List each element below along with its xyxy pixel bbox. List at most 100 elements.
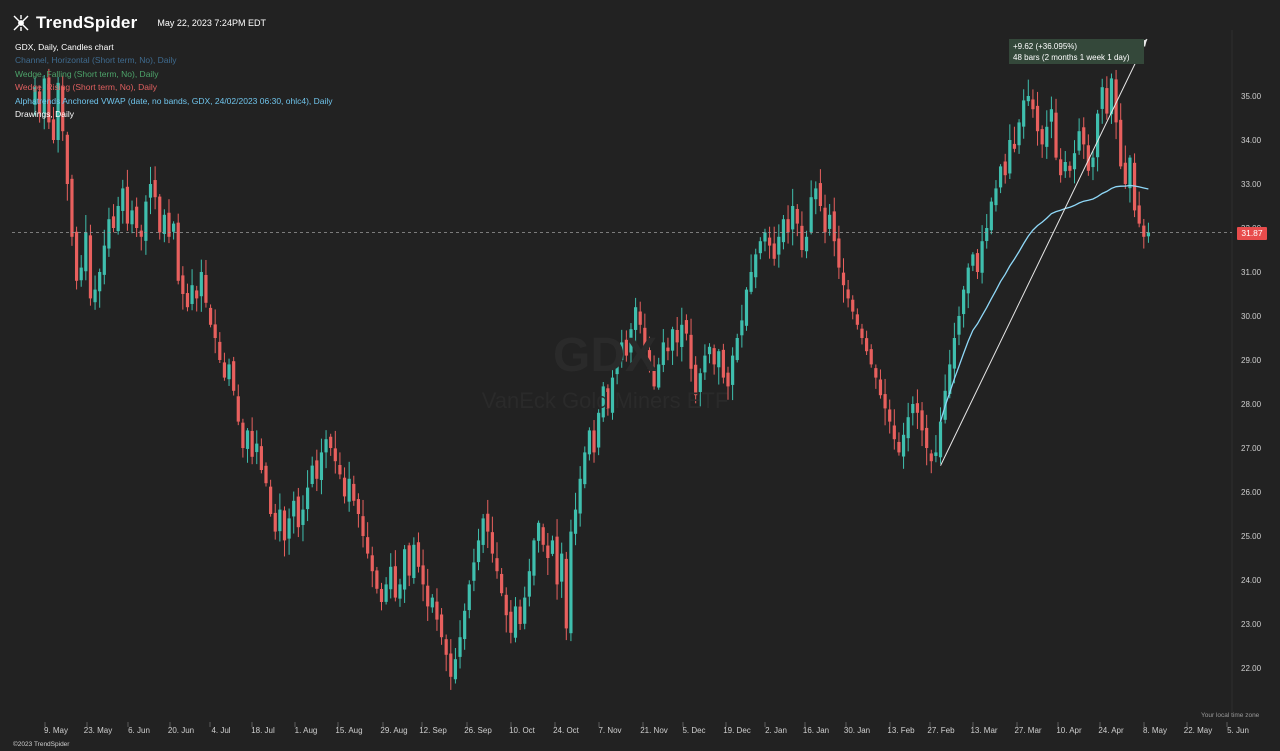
candle-body (158, 196, 162, 233)
candle-body (966, 267, 970, 294)
candle-body (264, 465, 268, 484)
measure-bars: 48 bars (2 months 1 week 1 day) (1013, 53, 1130, 62)
candle-body (144, 201, 148, 241)
measure-change: +9.62 (+36.095%) (1013, 42, 1078, 51)
candle-body (1026, 96, 1030, 102)
candle-body (855, 314, 859, 325)
candle-body (255, 443, 259, 453)
candle-body (758, 241, 762, 254)
x-tick-label: 16. Jan (803, 726, 829, 735)
candle-body (287, 518, 291, 539)
candle-body (407, 545, 411, 576)
candle-body (938, 421, 943, 458)
candle-body (51, 119, 56, 140)
candle-body (190, 285, 194, 304)
candle-body (292, 500, 296, 517)
y-tick-label: 22.00 (1241, 664, 1262, 673)
candle-body (467, 584, 471, 611)
measure-annotation[interactable]: +9.62 (+36.095%) 48 bars (2 months 1 wee… (1009, 39, 1144, 64)
candle-body (167, 212, 171, 237)
candle-body (430, 597, 434, 608)
candle-body (1077, 131, 1081, 151)
legend-line-main[interactable]: GDX, Daily, Candles chart (15, 41, 333, 54)
candle-body (172, 223, 176, 232)
candle-body (148, 184, 153, 198)
x-tick-label: 13. Feb (887, 726, 915, 735)
x-tick-label: 8. May (1143, 726, 1167, 735)
candle-body (1100, 87, 1104, 109)
candle-body (1072, 153, 1077, 170)
x-tick-label: 24. Apr (1098, 726, 1124, 735)
candle-body (204, 274, 208, 303)
candle-body (130, 210, 134, 225)
candle-body (578, 478, 582, 514)
candle-body (259, 446, 263, 470)
candle-body (1082, 127, 1086, 145)
candle-body (185, 293, 190, 308)
candle-body (1109, 78, 1114, 115)
candle-body (592, 430, 596, 453)
candle-body (781, 219, 786, 243)
candle-body (901, 434, 906, 457)
candle-body (333, 448, 337, 462)
candle-body (546, 545, 550, 558)
y-tick-label: 26.00 (1241, 488, 1262, 497)
candle-body (906, 417, 910, 439)
candle-body (541, 527, 545, 545)
candle-body (412, 544, 416, 579)
y-tick-label: 24.00 (1241, 576, 1262, 585)
chart-timestamp: May 22, 2023 7:24PM EDT (157, 18, 266, 28)
candle-body (135, 206, 139, 228)
legend-line-vwap[interactable]: Alphatrends Anchored VWAP (date, no band… (15, 95, 333, 108)
candle-body (269, 486, 273, 514)
candle-body (176, 222, 180, 281)
indicator-legend: GDX, Daily, Candles chart Channel, Horiz… (15, 41, 333, 121)
candle-body (804, 236, 809, 252)
candle-body (125, 186, 129, 224)
candle-body (513, 606, 518, 638)
candle-body (744, 289, 749, 326)
candle-body (1049, 109, 1053, 122)
candle-body (453, 659, 458, 680)
candle-body (495, 558, 499, 572)
legend-line-drawings[interactable]: Drawings, Daily (15, 108, 333, 121)
candle-body (555, 536, 559, 585)
candle-body (846, 289, 850, 299)
legend-line-rising-wedge[interactable]: Wedge, Rising (Short term, No), Daily (15, 81, 333, 94)
x-tick-label: 4. Jul (211, 726, 230, 735)
candle-body (476, 540, 481, 563)
candle-body (754, 254, 758, 278)
candle-body (1040, 129, 1044, 145)
candle-body (250, 430, 254, 457)
candle-body (1031, 99, 1035, 110)
candle-body (550, 540, 555, 554)
candle-body (929, 453, 933, 462)
candle-body (342, 477, 347, 497)
legend-line-channel[interactable]: Channel, Horizontal (Short term, No), Da… (15, 54, 333, 67)
candle-body (88, 235, 93, 299)
brand-logo[interactable]: TrendSpider May 22, 2023 7:24PM EDT (12, 13, 266, 33)
candle-body (1096, 113, 1100, 158)
candle-body (398, 584, 402, 599)
x-tick-label: 5. Dec (682, 726, 705, 735)
candle-body (634, 307, 638, 330)
candle-body (278, 509, 282, 532)
timezone-note[interactable]: Your local time zone (1201, 712, 1259, 719)
candle-body (98, 272, 102, 292)
candle-body (851, 299, 855, 312)
candle-body (828, 214, 832, 229)
candle-body (393, 566, 397, 598)
candle-body (749, 272, 753, 292)
y-tick-label: 30.00 (1241, 312, 1262, 321)
candle-body (282, 510, 287, 541)
legend-line-falling-wedge[interactable]: Wedge, Falling (Short term, No), Daily (15, 68, 333, 81)
x-tick-label: 10. Oct (509, 726, 536, 735)
candle-body (102, 245, 106, 275)
x-tick-label: 22. May (1184, 726, 1212, 735)
candle-body (777, 236, 781, 255)
candle-body (352, 483, 356, 501)
brand-name: TrendSpider (36, 13, 138, 32)
candle-body (324, 439, 328, 453)
candle-body (319, 452, 324, 480)
x-tick-label: 12. Sep (419, 726, 447, 735)
